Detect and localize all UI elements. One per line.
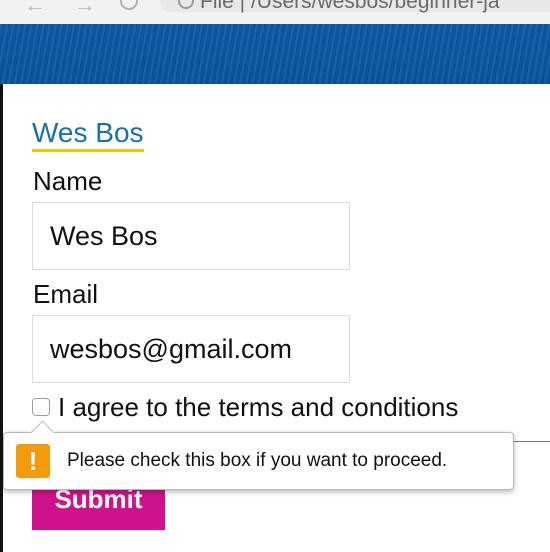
name-input[interactable] <box>32 202 350 270</box>
name-label: Name <box>33 166 103 196</box>
site-banner <box>0 24 550 84</box>
reload-icon[interactable] <box>120 0 138 10</box>
terms-label[interactable]: I agree to the terms and conditions <box>58 392 458 423</box>
forward-arrow-icon[interactable]: → <box>74 0 96 18</box>
warning-icon: ! <box>16 444 50 478</box>
address-text[interactable]: File | /Users/wesbos/beginner-ja <box>200 0 500 14</box>
back-arrow-icon[interactable]: ← <box>24 0 46 18</box>
right-divider <box>512 441 550 442</box>
terms-row: I agree to the terms and conditions <box>32 390 458 424</box>
email-input[interactable] <box>32 315 350 383</box>
terms-checkbox[interactable] <box>32 398 50 416</box>
site-title-link[interactable]: Wes Bos <box>32 118 144 152</box>
validation-message: Please check this box if you want to pro… <box>67 450 448 471</box>
email-label: Email <box>33 279 99 309</box>
tooltip-pointer <box>30 420 55 445</box>
validation-tooltip: ! Please check this box if you want to p… <box>3 420 514 490</box>
browser-toolbar: ← → File | /Users/wesbos/beginner-ja <box>0 0 550 24</box>
